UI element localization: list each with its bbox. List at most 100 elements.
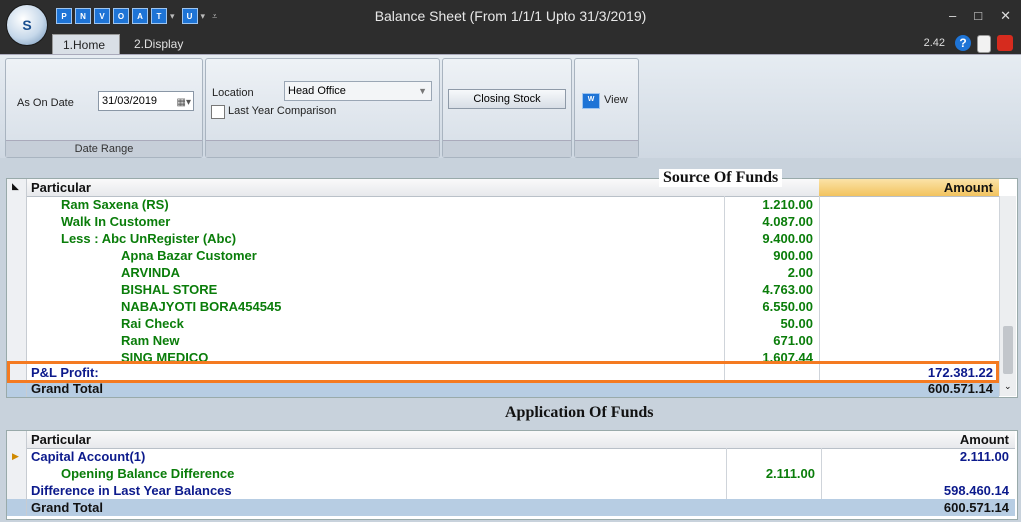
amount-cell	[819, 230, 999, 247]
particular-cell: Difference in Last Year Balances	[31, 483, 232, 498]
table-row[interactable]: P&L Profit: 172.381.22	[7, 364, 999, 381]
app-logo[interactable]: S	[6, 4, 48, 46]
particular-cell: Walk In Customer	[61, 214, 171, 229]
table-row[interactable]: Difference in Last Year Balances 598.460.…	[7, 482, 1015, 499]
sort-icon: ◣	[12, 181, 19, 191]
grand-total-amount: 600.571.14	[927, 381, 993, 396]
document-icon[interactable]	[977, 35, 991, 53]
maximize-button[interactable]: □	[974, 8, 982, 24]
scroll-down-icon[interactable]: ⌄	[1004, 381, 1012, 392]
table-row[interactable]: Ram Saxena (RS) 1.210.00	[7, 196, 999, 213]
row-selector[interactable]	[7, 213, 27, 230]
column-header-amount[interactable]: Amount	[819, 179, 999, 196]
as-on-date-field[interactable]: 31/03/2019 ▦▾	[98, 91, 194, 111]
particular-cell: BISHAL STORE	[121, 282, 218, 297]
closing-stock-button[interactable]: Closing Stock	[448, 89, 566, 109]
row-selector	[7, 380, 27, 397]
source-of-funds-title: Source Of Funds	[659, 169, 783, 187]
source-header-row: ◣ Particular Amount	[7, 179, 999, 197]
application-header-row: Particular Amount	[7, 431, 1015, 449]
close-button[interactable]: ✕	[1000, 8, 1011, 24]
minimize-button[interactable]: –	[949, 8, 956, 24]
table-row[interactable]: Walk In Customer 4.087.00	[7, 213, 999, 230]
amount-cell	[819, 281, 999, 298]
chevron-down-icon[interactable]: ▼	[418, 82, 427, 100]
location-select[interactable]: Head Office ▼	[284, 81, 432, 101]
sub-amount-cell	[726, 448, 821, 465]
ribbon: As On Date 31/03/2019 ▦▾ Date Range Loca…	[0, 54, 1021, 159]
particular-cell: ARVINDA	[121, 265, 180, 280]
particular-cell: Ram New	[121, 333, 180, 348]
amount-cell: 598.460.14	[943, 483, 1009, 498]
sub-amount-cell: 900.00	[773, 248, 813, 263]
location-label: Location	[212, 87, 254, 99]
closing-stock-group: Closing Stock	[442, 58, 572, 158]
amount-cell	[819, 298, 999, 315]
source-of-funds-grid: ◣ Particular Amount Source Of Funds Ram …	[6, 169, 1018, 398]
column-header-particular[interactable]: Particular	[31, 179, 331, 196]
table-row[interactable]: Apna Bazar Customer 900.00	[7, 247, 999, 264]
row-selector[interactable]	[7, 315, 27, 332]
help-icon[interactable]: ?	[955, 35, 971, 51]
particular-cell: Apna Bazar Customer	[121, 248, 257, 263]
last-year-comparison-checkbox[interactable]	[211, 105, 225, 119]
version-label: 2.42	[923, 37, 945, 49]
source-scrollbar[interactable]: ⌄	[999, 196, 1016, 396]
application-of-funds-title: Application Of Funds	[505, 404, 654, 421]
tab-display[interactable]: 2.Display	[124, 34, 193, 54]
table-row[interactable]: BISHAL STORE 4.763.00	[7, 281, 999, 298]
table-row[interactable]: ▶ Capital Account(1) 2.111.00	[7, 448, 1015, 465]
application-grand-total-row[interactable]: Grand Total 600.571.14	[7, 499, 1015, 516]
view-icon[interactable]: W	[582, 93, 600, 109]
particular-cell: Less : Abc UnRegister (Abc)	[61, 231, 237, 246]
column-header-amount[interactable]: Amount	[821, 431, 1015, 448]
row-selector	[7, 499, 27, 516]
sub-amount-cell: 4.087.00	[762, 214, 813, 229]
amount-cell: 172.381.22	[927, 365, 993, 380]
amount-cell: 2.111.00	[959, 449, 1009, 464]
amount-cell	[819, 264, 999, 281]
particular-cell: Rai Check	[121, 316, 184, 331]
row-selector[interactable]: ▶	[7, 448, 27, 465]
source-grand-total-row[interactable]: Grand Total 600.571.14	[7, 380, 999, 397]
table-row[interactable]: Opening Balance Difference 2.111.00	[7, 465, 1015, 482]
row-selector[interactable]	[7, 482, 27, 499]
table-row[interactable]: ARVINDA 2.00	[7, 264, 999, 281]
row-selector[interactable]	[7, 298, 27, 315]
date-range-group: As On Date 31/03/2019 ▦▾ Date Range	[5, 58, 203, 158]
window-title: Balance Sheet (From 1/1/1 Upto 31/3/2019…	[374, 8, 647, 24]
row-selector[interactable]	[7, 465, 27, 482]
row-selector[interactable]	[7, 264, 27, 281]
location-group-footer	[206, 140, 439, 157]
sub-amount-cell: 4.763.00	[762, 282, 813, 297]
report-area: ◣ Particular Amount Source Of Funds Ram …	[0, 158, 1021, 522]
particular-cell: Ram Saxena (RS)	[61, 197, 169, 212]
table-row[interactable]: Ram New 671.00	[7, 332, 999, 349]
sub-amount-cell: 2.00	[787, 265, 813, 280]
row-selector[interactable]	[7, 230, 27, 247]
sub-amount-cell: 1.210.00	[762, 197, 813, 212]
view-button[interactable]: View	[604, 94, 628, 106]
row-selector[interactable]	[7, 247, 27, 264]
column-header-particular[interactable]: Particular	[31, 431, 331, 448]
table-row[interactable]: Less : Abc UnRegister (Abc) 9.400.00	[7, 230, 999, 247]
as-on-date-label: As On Date	[17, 97, 74, 109]
calendar-icon[interactable]: ▦▾	[177, 94, 191, 112]
location-value: Head Office	[288, 85, 346, 97]
as-on-date-value: 31/03/2019	[102, 95, 158, 107]
table-row[interactable]: NABAJYOTI BORA454545 6.550.00	[7, 298, 999, 315]
exit-icon[interactable]	[997, 35, 1013, 51]
grand-total-label: Grand Total	[31, 381, 103, 396]
row-selector[interactable]	[7, 281, 27, 298]
amount-cell	[819, 315, 999, 332]
scrollbar-thumb[interactable]	[1003, 326, 1013, 374]
tab-home[interactable]: 1.Home	[52, 34, 120, 55]
table-row[interactable]: Rai Check 50.00	[7, 315, 999, 332]
row-selector[interactable]	[7, 196, 27, 213]
last-year-comparison-label: Last Year Comparison	[228, 105, 337, 117]
sub-amount-cell	[726, 482, 821, 499]
sub-amount-cell: 2.111.00	[765, 466, 815, 481]
row-selector[interactable]	[7, 332, 27, 349]
closing-stock-group-footer	[443, 140, 571, 157]
row-selector[interactable]	[7, 364, 27, 381]
